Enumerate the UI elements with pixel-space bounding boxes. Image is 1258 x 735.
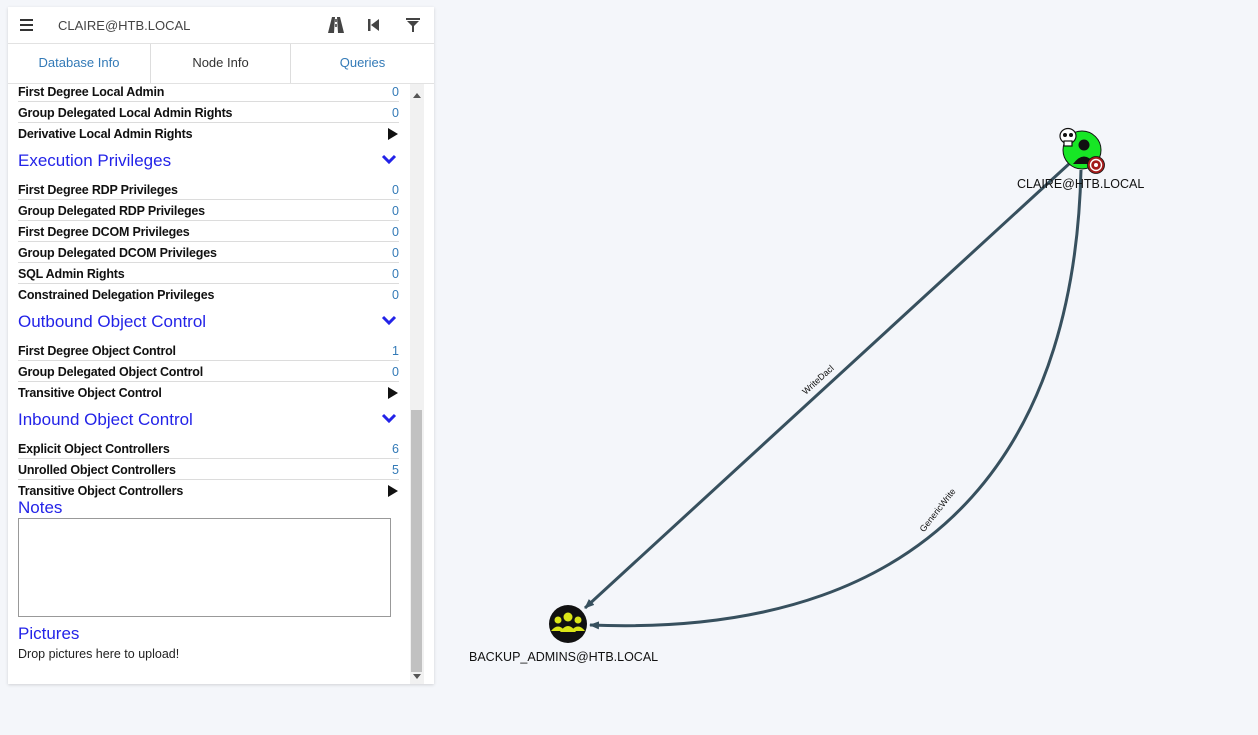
edge-writedacl[interactable] (583, 161, 1072, 610)
section-notes: Notes (18, 498, 399, 520)
row-group-delegated-dcom[interactable]: Group Delegated DCOM Privileges 0 (18, 243, 399, 263)
edge-label-writedacl: WriteDacl (800, 363, 836, 396)
row-label: Transitive Object Controllers (18, 484, 184, 498)
node-backup-admins[interactable] (549, 605, 587, 643)
row-unrolled-object-controllers[interactable]: Unrolled Object Controllers 5 (18, 460, 399, 480)
section-title: Pictures (18, 624, 80, 643)
expand-arrow-icon[interactable] (388, 485, 398, 497)
chevron-down-icon[interactable] (381, 413, 397, 425)
row-derivative-local-admin[interactable]: Derivative Local Admin Rights (18, 124, 399, 144)
row-label: Derivative Local Admin Rights (18, 127, 193, 141)
scroll-down-icon[interactable] (413, 674, 421, 679)
section-outbound-object-control[interactable]: Outbound Object Control (18, 312, 399, 334)
chevron-down-icon[interactable] (381, 315, 397, 327)
row-value[interactable]: 0 (392, 246, 399, 260)
row-label: Group Delegated RDP Privileges (18, 204, 205, 218)
menu-icon[interactable] (20, 16, 36, 34)
search-input[interactable] (48, 9, 316, 41)
scrollbar[interactable] (410, 84, 424, 684)
section-execution-privileges[interactable]: Execution Privileges (18, 151, 399, 173)
node-label-claire: CLAIRE@HTB.LOCAL (1017, 177, 1145, 191)
row-label: First Degree Local Admin (18, 85, 165, 99)
row-group-delegated-local-admin[interactable]: Group Delegated Local Admin Rights 0 (18, 103, 399, 123)
row-first-degree-local-admin[interactable]: First Degree Local Admin 0 (18, 84, 399, 102)
row-label: First Degree DCOM Privileges (18, 225, 190, 239)
section-title: Outbound Object Control (18, 312, 207, 331)
row-label: Transitive Object Control (18, 386, 162, 400)
row-first-degree-rdp[interactable]: First Degree RDP Privileges 0 (18, 180, 399, 200)
node-label-backup-admins: BACKUP_ADMINS@HTB.LOCAL (469, 650, 659, 664)
row-first-degree-dcom[interactable]: First Degree DCOM Privileges 0 (18, 222, 399, 242)
target-icon (1087, 156, 1105, 174)
row-value[interactable]: 0 (392, 288, 399, 302)
section-title: Notes (18, 498, 63, 517)
section-title: Inbound Object Control (18, 410, 193, 429)
scroll-up-icon[interactable] (413, 93, 421, 98)
row-label: Unrolled Object Controllers (18, 463, 176, 477)
section-pictures: Pictures (18, 624, 399, 646)
row-value[interactable]: 1 (392, 344, 399, 358)
notes-textarea[interactable] (18, 518, 391, 617)
filter-icon[interactable] (403, 15, 423, 35)
tab-database-info[interactable]: Database Info (8, 44, 150, 83)
search-bar (8, 7, 434, 44)
row-value[interactable]: 0 (392, 106, 399, 120)
edge-genericwrite[interactable] (589, 169, 1083, 630)
row-group-delegated-rdp[interactable]: Group Delegated RDP Privileges 0 (18, 201, 399, 221)
row-first-degree-object-control[interactable]: First Degree Object Control 1 (18, 341, 399, 361)
chevron-down-icon[interactable] (381, 154, 397, 166)
info-panel: Database Info Node Info Queries First De… (8, 7, 434, 684)
row-value[interactable]: 5 (392, 463, 399, 477)
row-value[interactable]: 0 (392, 365, 399, 379)
row-group-delegated-object-control[interactable]: Group Delegated Object Control 0 (18, 362, 399, 382)
row-label: First Degree Object Control (18, 344, 176, 358)
section-title: Execution Privileges (18, 151, 172, 170)
pathfinding-road-icon[interactable] (326, 15, 346, 35)
row-label: First Degree RDP Privileges (18, 183, 178, 197)
back-icon[interactable] (364, 15, 384, 35)
tab-node-info[interactable]: Node Info (150, 44, 291, 83)
section-inbound-object-control[interactable]: Inbound Object Control (18, 410, 399, 432)
tab-bar: Database Info Node Info Queries (8, 44, 434, 84)
node-info-content: First Degree Local Admin 0 Group Delegat… (8, 84, 410, 684)
expand-arrow-icon[interactable] (388, 387, 398, 399)
row-label: Constrained Delegation Privileges (18, 288, 215, 302)
row-label: Group Delegated Local Admin Rights (18, 106, 233, 120)
row-value[interactable]: 6 (392, 442, 399, 456)
row-value[interactable]: 0 (392, 183, 399, 197)
tab-queries[interactable]: Queries (291, 44, 434, 83)
row-value[interactable]: 0 (392, 85, 399, 99)
row-explicit-object-controllers[interactable]: Explicit Object Controllers 6 (18, 439, 399, 459)
row-transitive-object-control[interactable]: Transitive Object Control (18, 383, 399, 403)
row-label: Group Delegated DCOM Privileges (18, 246, 217, 260)
row-sql-admin[interactable]: SQL Admin Rights 0 (18, 264, 399, 284)
row-value[interactable]: 0 (392, 225, 399, 239)
picture-drop-zone[interactable]: Drop pictures here to upload! (18, 647, 179, 661)
row-value[interactable]: 0 (392, 267, 399, 281)
scroll-thumb[interactable] (411, 410, 422, 672)
expand-arrow-icon[interactable] (388, 128, 398, 140)
row-value[interactable]: 0 (392, 204, 399, 218)
row-label: Explicit Object Controllers (18, 442, 170, 456)
row-label: Group Delegated Object Control (18, 365, 203, 379)
row-label: SQL Admin Rights (18, 267, 125, 281)
edge-label-genericwrite: GenericWrite (918, 486, 958, 533)
row-constrained-delegation[interactable]: Constrained Delegation Privileges 0 (18, 285, 399, 305)
